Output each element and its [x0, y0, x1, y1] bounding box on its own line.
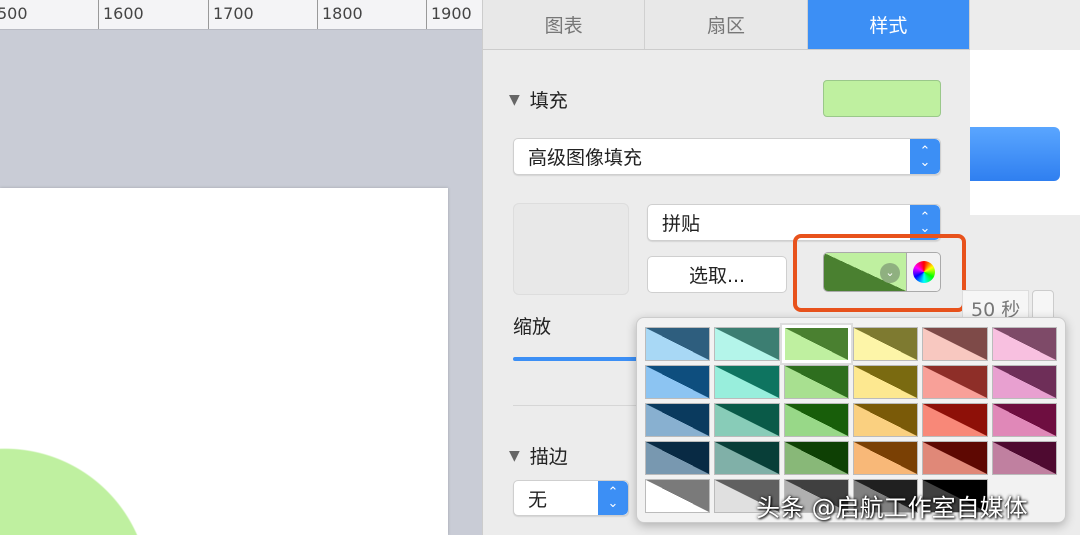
watermark: 头条 @启航工作室自媒体 — [756, 494, 1028, 522]
fill-type-value: 高级图像填充 — [528, 147, 643, 169]
scale-slider[interactable] — [513, 357, 643, 361]
color-swatch[interactable] — [991, 327, 1057, 361]
color-swatch[interactable] — [853, 365, 919, 399]
ruler-label: 1700 — [208, 0, 254, 29]
color-swatch[interactable] — [645, 479, 711, 513]
color-swatch[interactable] — [645, 403, 711, 437]
ruler-label: 1900 — [426, 0, 472, 29]
color-swatch[interactable] — [783, 365, 849, 399]
annotation-highlight-box — [793, 234, 966, 312]
tab-sector[interactable]: 扇区 — [645, 0, 808, 49]
color-swatch[interactable] — [645, 441, 711, 475]
color-swatch[interactable] — [853, 327, 919, 361]
stroke-title: 描边 — [529, 446, 568, 468]
color-swatch[interactable] — [783, 403, 849, 437]
color-swatch[interactable] — [714, 441, 780, 475]
stepper-arrows-icon: ⌃ ⌄ — [910, 139, 940, 174]
slide-canvas[interactable] — [0, 188, 448, 535]
tab-style[interactable]: 样式 — [807, 0, 970, 49]
color-swatch[interactable] — [853, 441, 919, 475]
color-swatch[interactable] — [991, 441, 1057, 475]
color-swatch[interactable] — [922, 327, 988, 361]
tile-mode-value: 拼贴 — [662, 213, 701, 235]
disclosure-triangle-icon: ▼ — [509, 447, 520, 464]
fill-title: 填充 — [529, 90, 568, 112]
color-swatch[interactable] — [645, 327, 711, 361]
color-swatch[interactable] — [714, 327, 780, 361]
pie-chart-shape[interactable] — [0, 188, 448, 535]
ruler-label: 1800 — [317, 0, 363, 29]
disclosure-triangle-icon: ▼ — [509, 91, 520, 108]
tab-chart[interactable]: 图表 — [483, 0, 646, 49]
color-swatch[interactable] — [783, 441, 849, 475]
color-swatch[interactable] — [922, 403, 988, 437]
color-swatch[interactable] — [991, 365, 1057, 399]
color-swatch[interactable] — [714, 403, 780, 437]
fill-type-select[interactable]: 高级图像填充 ⌃ ⌄ — [513, 138, 941, 175]
fill-section-header[interactable]: ▼ 填充 — [509, 86, 568, 113]
stroke-section-header[interactable]: ▼ 描边 — [509, 442, 568, 469]
stroke-type-value: 无 — [528, 488, 548, 511]
color-swatch[interactable] — [991, 403, 1057, 437]
fill-color-swatch[interactable] — [823, 80, 941, 117]
color-swatch[interactable] — [714, 365, 780, 399]
ruler-label: 500 — [0, 0, 28, 29]
color-swatch[interactable] — [922, 365, 988, 399]
horizontal-ruler: 500 1600 1700 1800 1900 — [0, 0, 482, 30]
color-swatch[interactable] — [645, 365, 711, 399]
image-preview[interactable] — [513, 203, 629, 295]
blue-button[interactable] — [970, 127, 1060, 181]
color-swatch[interactable] — [781, 325, 852, 363]
scale-label: 缩放 — [513, 316, 552, 338]
color-swatch[interactable] — [853, 403, 919, 437]
stroke-type-select[interactable]: 无 ⌃ ⌄ — [513, 480, 629, 516]
choose-image-button[interactable]: 选取... — [647, 256, 787, 293]
ruler-label: 1600 — [98, 0, 144, 29]
color-swatch[interactable] — [922, 441, 988, 475]
stepper-arrows-icon: ⌃ ⌄ — [598, 481, 628, 515]
